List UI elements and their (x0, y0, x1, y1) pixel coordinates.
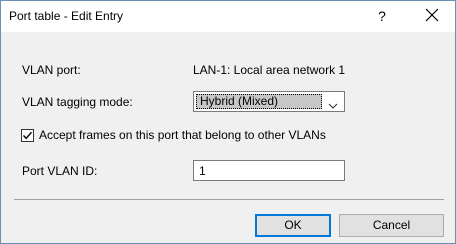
vlan-tagging-mode-select[interactable]: Hybrid (Mixed) (193, 91, 345, 112)
accept-frames-label[interactable]: Accept frames on this port that belong t… (39, 128, 326, 142)
accept-frames-checkbox[interactable] (21, 129, 34, 142)
close-button[interactable] (417, 3, 447, 29)
port-vlan-id-value: 1 (199, 164, 206, 178)
dialog-title: Port table - Edit Entry (9, 9, 124, 23)
checkmark-icon (22, 131, 33, 140)
cancel-button[interactable]: Cancel (339, 214, 444, 237)
ok-button[interactable]: OK (255, 214, 331, 237)
close-icon (425, 8, 439, 22)
port-vlan-id-label: Port VLAN ID: (22, 164, 98, 178)
vlan-tagging-mode-value: Hybrid (Mixed) (200, 94, 279, 108)
vlan-port-label: VLAN port: (22, 63, 81, 77)
title-bar: Port table - Edit Entry ? (1, 1, 455, 32)
port-vlan-id-input[interactable]: 1 (193, 160, 345, 181)
divider (14, 199, 444, 200)
help-button[interactable]: ? (371, 3, 393, 29)
chevron-down-icon (328, 98, 338, 112)
vlan-port-value: LAN-1: Local area network 1 (193, 63, 346, 77)
edit-entry-dialog: Port table - Edit Entry ? VLAN port: LAN… (0, 0, 456, 244)
vlan-tagging-mode-label: VLAN tagging mode: (22, 95, 133, 109)
